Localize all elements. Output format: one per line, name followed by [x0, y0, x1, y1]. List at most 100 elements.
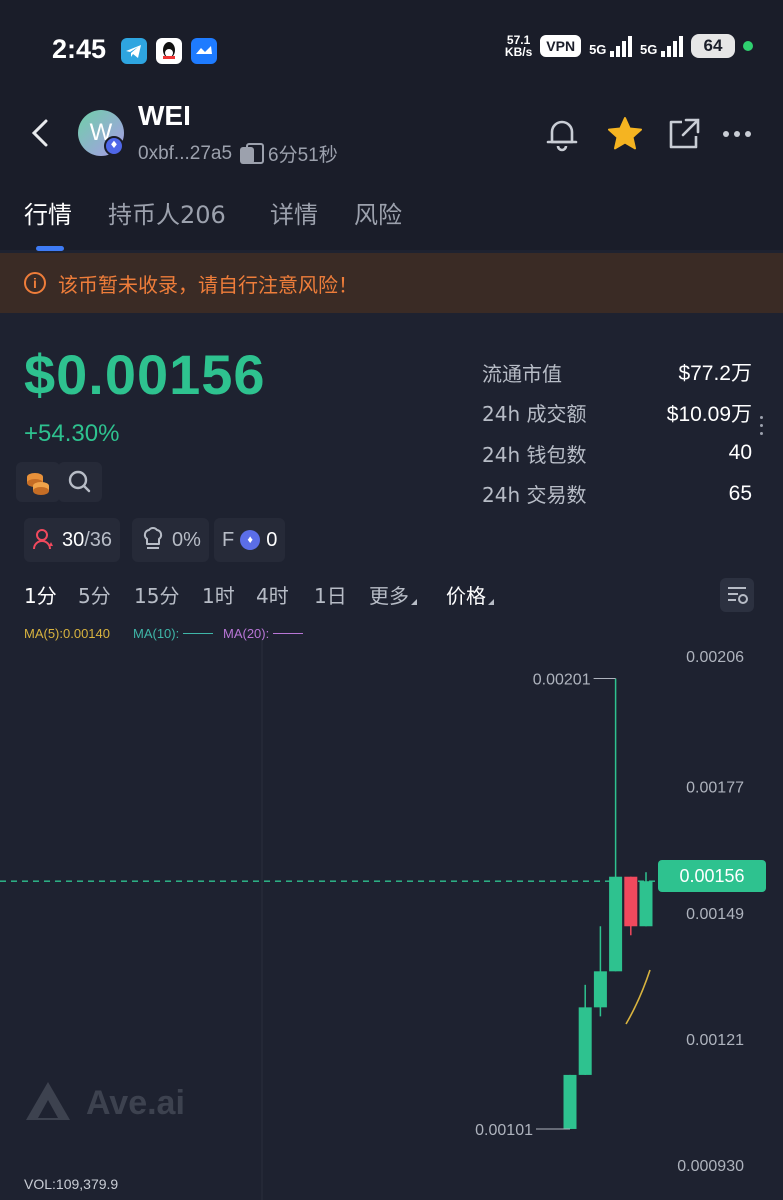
stat-label: 24h 钱包数 — [482, 442, 587, 467]
interval-1d[interactable]: 1日 — [314, 580, 347, 609]
candle-body — [624, 876, 638, 927]
ma10-label: MA(10): — [133, 626, 180, 641]
holders-total: /36 — [84, 528, 113, 551]
price-mode-select[interactable]: 价格 — [446, 580, 494, 609]
holders-chip[interactable]: 30/36 — [24, 518, 121, 562]
price-mode-label: 价格 — [446, 584, 486, 608]
ave-logo-icon — [26, 1082, 70, 1120]
holders-count: 30 — [62, 528, 85, 551]
signal-1: 5G — [589, 35, 633, 57]
y-tick-label: 0.00121 — [686, 1032, 744, 1049]
candle-body — [563, 1074, 577, 1129]
dropdown-triangle-icon — [411, 599, 417, 605]
tab-market[interactable]: 行情 — [24, 195, 72, 230]
ma10-legend: MA(10): — [133, 626, 214, 641]
interval-bar: 1分 5分 15分 1时 4时 1日 更多 价格 — [0, 580, 783, 614]
volume-label: VOL:109,379.9 — [24, 1176, 119, 1192]
back-chevron-icon[interactable] — [28, 118, 50, 148]
risk-warning-banner: i 该币暂未收录，请自行注意风险！ — [0, 253, 783, 313]
candle-body — [609, 876, 623, 972]
user-alert-icon — [33, 529, 53, 550]
ma20-legend: MA(20): — [223, 626, 304, 641]
telegram-icon — [121, 38, 147, 64]
net-speed: 57.1 KB/s — [505, 34, 532, 58]
stat-row: 24h 成交额 $10.09万 — [482, 393, 752, 434]
f-value: 0 — [266, 528, 278, 551]
ethereum-icon: ♦ — [240, 530, 261, 550]
interval-15m[interactable]: 15分 — [134, 580, 179, 609]
stat-label: 流通市值 — [482, 361, 562, 386]
high-label: 0.00201 — [533, 672, 591, 689]
ma20-label: MA(20): — [223, 626, 270, 641]
copy-icon[interactable] — [240, 142, 265, 165]
signal-bars-icon — [661, 35, 683, 57]
token-address: 0xbf...27a5 — [138, 142, 233, 164]
stat-row: 24h 钱包数 40 — [482, 433, 752, 474]
tab-details[interactable]: 详情 — [270, 195, 318, 230]
token-name: WEI — [138, 100, 191, 131]
current-price-tag: 0.00156 — [658, 860, 766, 892]
low-label: 0.00101 — [475, 1122, 533, 1139]
stats-panel: 流通市值 $77.2万 24h 成交额 $10.09万 24h 钱包数 40 2… — [482, 352, 752, 514]
interval-more-label: 更多 — [369, 584, 409, 608]
ave-watermark: Ave.ai — [24, 1080, 185, 1126]
tab-holders[interactable]: 持币人206 — [108, 195, 226, 230]
candle-body — [639, 881, 653, 927]
interval-5m[interactable]: 5分 — [78, 580, 111, 609]
ethereum-chain-icon: ♦ — [104, 136, 124, 156]
status-time: 2:45 — [52, 34, 107, 64]
interval-1m[interactable]: 1分 — [24, 580, 57, 609]
privacy-dot-icon — [743, 41, 753, 51]
stat-value: $77.2万 — [678, 362, 752, 386]
vpn-badge: VPN — [540, 35, 582, 57]
bell-icon[interactable] — [542, 114, 582, 154]
chef-hat-icon — [143, 527, 163, 549]
coin-stack-button[interactable] — [16, 462, 60, 502]
signal-2: 5G — [640, 35, 683, 57]
y-tick-label: 0.00206 — [686, 649, 744, 666]
y-tick-label: 0.00149 — [686, 906, 744, 923]
interval-more[interactable]: 更多 — [369, 580, 417, 609]
ma5-legend: MA(5):0.00140 — [24, 626, 110, 641]
dropdown-triangle-icon — [488, 599, 494, 605]
share-external-icon[interactable] — [664, 114, 704, 154]
battery-icon: 64 — [691, 34, 735, 58]
interval-1h[interactable]: 1时 — [202, 580, 235, 609]
stat-label: 24h 成交额 — [482, 402, 587, 427]
lark-icon — [191, 38, 217, 64]
sim2-label: 5G — [640, 42, 658, 57]
chart-settings-button[interactable] — [720, 578, 754, 612]
star-favorite-icon[interactable] — [605, 114, 645, 154]
stat-row: 24h 交易数 65 — [482, 474, 752, 515]
status-right: 57.1 KB/s VPN 5G 5G 64 — [505, 34, 753, 58]
info-icon: i — [24, 272, 46, 294]
dev-share-chip[interactable]: 0% — [132, 518, 209, 562]
stat-label: 24h 交易数 — [482, 483, 587, 508]
y-tick-label: 0.00177 — [686, 780, 744, 797]
ma5-line — [625, 969, 651, 1025]
qq-icon — [156, 38, 182, 64]
token-age: 6分51秒 — [268, 145, 338, 166]
stats-more-icon[interactable] — [760, 416, 764, 440]
search-button[interactable] — [58, 462, 102, 502]
current-price: $0.00156 — [24, 343, 266, 406]
risk-warning-text: 该币暂未收录，请自行注意风险！ — [58, 272, 358, 297]
interval-4h[interactable]: 4时 — [256, 580, 289, 609]
tab-risk[interactable]: 风险 — [354, 195, 402, 230]
stat-row: 流通市值 $77.2万 — [482, 352, 752, 393]
more-dots-icon[interactable] — [720, 114, 760, 154]
tab-active-indicator — [36, 246, 64, 251]
y-tick-label: 0.000930 — [677, 1158, 744, 1175]
stat-value: 65 — [728, 481, 752, 505]
candle-body — [593, 971, 607, 1008]
token-address-row: 0xbf...27a5 6分51秒 — [138, 140, 338, 167]
signal-bars-icon — [610, 35, 633, 57]
f-label: F — [222, 528, 235, 551]
stat-value: 40 — [728, 441, 752, 465]
tab-bar: 行情 持币人206 详情 风险 — [0, 195, 783, 250]
watermark-text: Ave.ai — [86, 1083, 185, 1122]
sim1-label: 5G — [589, 42, 607, 57]
net-speed-unit: KB/s — [504, 45, 533, 59]
dev-share-value: 0% — [172, 528, 201, 551]
f-chip[interactable]: F ♦ 0 — [214, 518, 286, 562]
